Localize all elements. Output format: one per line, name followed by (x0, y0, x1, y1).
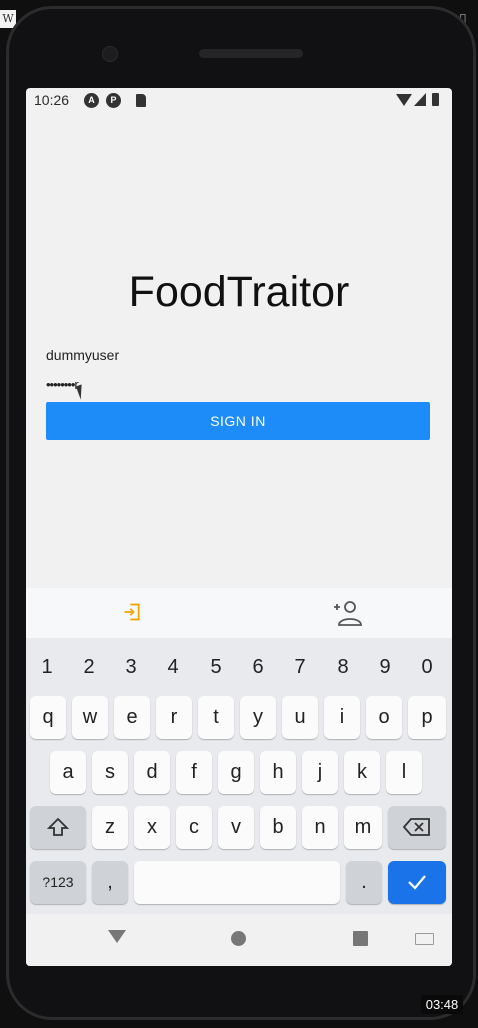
soft-keyboard: 1 2 3 4 5 6 7 8 9 0 q w e r t y u i o p … (26, 638, 452, 914)
add-person-icon[interactable] (332, 600, 362, 626)
recents-icon[interactable] (353, 931, 368, 946)
username-field[interactable] (46, 347, 426, 363)
key-v[interactable]: v (218, 806, 254, 849)
backspace-key[interactable] (388, 806, 446, 849)
key-i[interactable]: i (324, 696, 360, 739)
key-h[interactable]: h (260, 751, 296, 794)
front-camera (102, 46, 118, 62)
login-icon[interactable] (122, 602, 142, 622)
key-k[interactable]: k (344, 751, 380, 794)
key-l[interactable]: l (386, 751, 422, 794)
key-x[interactable]: x (134, 806, 170, 849)
key-4[interactable]: 4 (152, 638, 194, 698)
key-s[interactable]: s (92, 751, 128, 794)
key-5[interactable]: 5 (195, 638, 237, 698)
key-3[interactable]: 3 (110, 638, 152, 698)
symbols-key[interactable]: ?123 (30, 861, 86, 904)
key-b[interactable]: b (260, 806, 296, 849)
key-p[interactable]: p (408, 696, 446, 739)
video-timestamp: 03:48 (421, 995, 463, 1014)
key-9[interactable]: 9 (364, 638, 406, 698)
key-1[interactable]: 1 (26, 638, 68, 698)
key-g[interactable]: g (218, 751, 254, 794)
wifi-icon (396, 94, 412, 106)
key-n[interactable]: n (302, 806, 338, 849)
navigation-bar (26, 914, 452, 966)
shift-icon (46, 817, 70, 836)
key-8[interactable]: 8 (322, 638, 364, 698)
key-z[interactable]: z (92, 806, 128, 849)
key-2[interactable]: 2 (68, 638, 110, 698)
key-0[interactable]: 0 (406, 638, 448, 698)
sign-in-button[interactable]: SIGN IN (46, 402, 430, 440)
a-icon: A (84, 93, 99, 108)
key-7[interactable]: 7 (279, 638, 321, 698)
keyboard-switch-icon[interactable] (415, 933, 434, 945)
earpiece-speaker (199, 49, 303, 58)
app-screen: 10:26 A P FoodTraitor ••••••••r SIGN IN … (26, 88, 452, 966)
back-icon[interactable] (108, 930, 126, 943)
key-y[interactable]: y (240, 696, 276, 739)
key-q[interactable]: q (30, 696, 66, 739)
key-d[interactable]: d (134, 751, 170, 794)
status-time: 10:26 (34, 92, 70, 108)
key-m[interactable]: m (344, 806, 382, 849)
app-title: FoodTraitor (128, 268, 350, 316)
home-icon[interactable] (231, 931, 246, 946)
shift-key[interactable] (30, 806, 86, 849)
comma-key[interactable]: , (92, 861, 128, 904)
key-o[interactable]: o (366, 696, 402, 739)
spacebar[interactable] (134, 861, 340, 904)
backspace-icon (402, 818, 430, 836)
key-a[interactable]: a (50, 751, 86, 794)
signal-icon (414, 93, 426, 106)
battery-icon (432, 93, 439, 106)
key-e[interactable]: e (114, 696, 150, 739)
key-f[interactable]: f (176, 751, 212, 794)
status-bar: 10:26 A P (26, 88, 452, 114)
key-j[interactable]: j (302, 751, 338, 794)
key-t[interactable]: t (198, 696, 234, 739)
key-u[interactable]: u (282, 696, 318, 739)
key-r[interactable]: r (156, 696, 192, 739)
number-row: 1 2 3 4 5 6 7 8 9 0 (26, 638, 452, 698)
key-c[interactable]: c (176, 806, 212, 849)
enter-key[interactable] (388, 861, 446, 904)
sd-card-icon (136, 94, 146, 107)
key-w[interactable]: w (72, 696, 108, 739)
period-key[interactable]: . (346, 861, 382, 904)
p-icon: P (106, 93, 121, 108)
password-field[interactable]: ••••••••r (46, 377, 426, 392)
checkmark-icon (408, 875, 426, 890)
keyboard-suggestion-bar (26, 588, 452, 638)
key-6[interactable]: 6 (237, 638, 279, 698)
